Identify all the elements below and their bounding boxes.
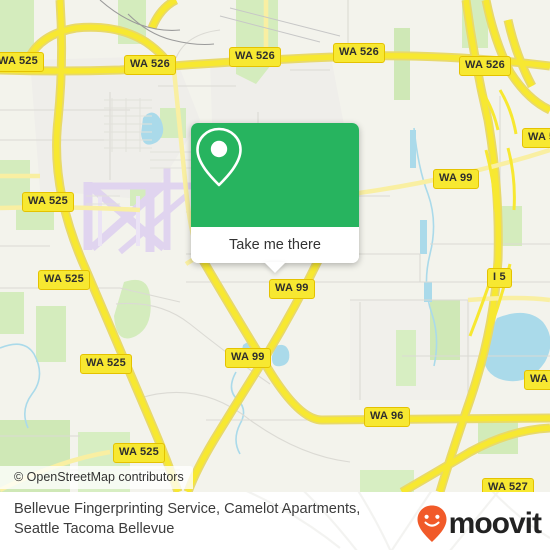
highway-shield[interactable]: WA 525 [22,192,74,212]
highway-shield[interactable]: I 5 [487,268,512,288]
place-callout-card[interactable]: Take me there [191,123,359,263]
highway-shield[interactable]: WA 525 [38,270,90,290]
highway-shield[interactable]: WA 526 [124,55,176,75]
take-me-there-label: Take me there [229,237,321,253]
take-me-there-button[interactable]: Take me there [191,227,359,263]
moovit-brand[interactable]: moovit [415,504,542,544]
highway-shield[interactable]: WA 5 [524,370,550,390]
map-pin-icon [196,127,242,187]
callout-tail [264,262,286,273]
highway-shield[interactable]: WA 99 [433,169,479,189]
map-attribution[interactable]: © OpenStreetMap contributors [0,466,193,489]
highway-shield[interactable]: WA 525 [80,354,132,374]
highway-shield[interactable]: WA 526 [459,56,511,76]
highway-shield[interactable]: WA 526 [229,47,281,67]
moovit-pin-smile-icon [417,505,447,542]
map-screenshot: WA 525 WA 526 WA 526 WA 526 WA 526 WA 52… [0,0,550,550]
highway-shield[interactable]: WA 96 [364,407,410,427]
highway-shield[interactable]: WA 525 [113,443,165,463]
highway-shield[interactable]: WA 526 [333,43,385,63]
map-canvas[interactable]: WA 525 WA 526 WA 526 WA 526 WA 526 WA 52… [0,0,550,492]
footer-bar: Bellevue Fingerprinting Service, Camelot… [0,492,550,550]
moovit-wordmark: moovit [448,507,542,540]
highway-shield[interactable]: WA 99 [225,348,271,368]
highway-shield[interactable]: WA 527 [482,478,534,492]
highway-shield[interactable]: WA 525 [0,52,44,72]
place-title: Bellevue Fingerprinting Service, Camelot… [14,501,361,537]
callout-icon-area [191,123,359,227]
highway-shield[interactable]: WA 525 [522,128,550,148]
highway-shield[interactable]: WA 99 [269,279,315,299]
